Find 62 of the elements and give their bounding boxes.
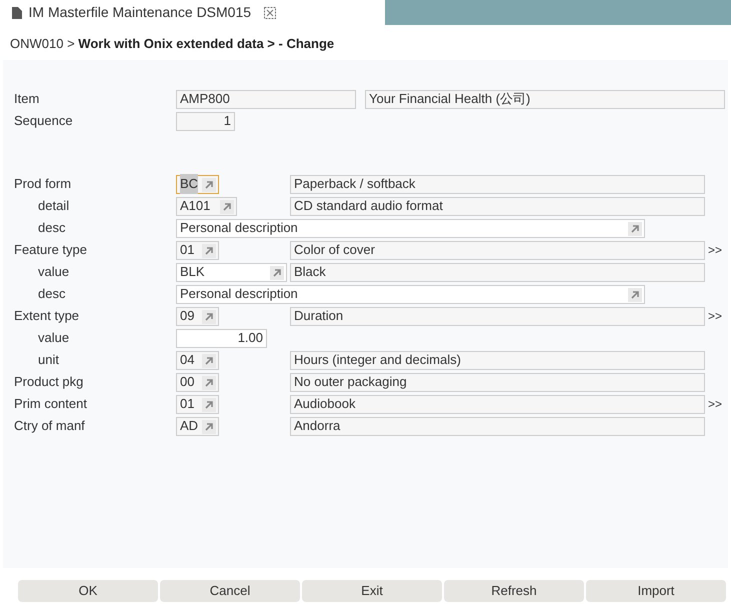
prompt-icon[interactable] [202, 178, 216, 192]
field-label: Feature type [13, 241, 88, 260]
field-label: Product pkg [13, 373, 84, 392]
input-field[interactable]: 09 [176, 306, 219, 326]
field-label: desc [37, 219, 66, 238]
field-label: Item [13, 90, 40, 108]
prompt-icon[interactable] [270, 266, 284, 280]
readonly-field: Hours (integer and decimals) [290, 350, 705, 370]
tab-title[interactable]: IM Masterfile Maintenance DSM015 [28, 2, 252, 23]
input-field[interactable]: AMP800 [176, 90, 356, 108]
action-button[interactable]: OK [18, 580, 158, 602]
close-icon[interactable] [264, 6, 276, 18]
input-field[interactable]: 1 [176, 112, 235, 130]
field-label: Ctry of manf [13, 417, 86, 436]
action-button[interactable]: Exit [302, 580, 442, 602]
readonly-field: No outer packaging [290, 372, 705, 392]
input-field[interactable]: BC [176, 174, 219, 194]
prompt-icon[interactable] [202, 354, 216, 368]
readonly-field: Color of cover [290, 240, 705, 260]
readonly-field: Paperback / softback [290, 174, 705, 194]
prompt-icon[interactable] [202, 244, 216, 258]
action-button[interactable]: Refresh [444, 580, 584, 602]
field-label: value [37, 263, 70, 282]
field-label: Prim content [13, 395, 88, 414]
more-link[interactable]: >> [708, 395, 722, 413]
prompt-icon[interactable] [202, 376, 216, 390]
input-field[interactable]: 04 [176, 350, 219, 370]
input-field[interactable]: A101 [176, 196, 237, 216]
readonly-field: Andorra [290, 416, 705, 436]
prompt-icon[interactable] [628, 222, 642, 236]
prompt-icon[interactable] [202, 420, 216, 434]
input-field[interactable]: 01 [176, 394, 219, 414]
readonly-field: CD standard audio format [290, 196, 705, 216]
breadcrumb-link[interactable]: ONW010 > [10, 36, 75, 51]
input-field[interactable]: BLK [176, 262, 287, 282]
input-field[interactable]: Personal description [176, 218, 645, 238]
field-label: unit [37, 351, 60, 370]
prompt-icon[interactable] [628, 288, 642, 302]
field-label: Extent type [13, 307, 80, 326]
input-field[interactable]: 01 [176, 240, 219, 260]
field-label: detail [37, 197, 70, 216]
readonly-field: Your Financial Health (公司) [365, 90, 725, 108]
input-field[interactable]: AD [176, 416, 219, 436]
field-label: Prod form [13, 175, 72, 194]
action-button[interactable]: Cancel [160, 580, 300, 602]
page-title: Work with Onix extended data > - Change [78, 36, 334, 51]
field-label: desc [37, 285, 66, 304]
input-field[interactable]: Personal description [176, 284, 645, 304]
prompt-icon[interactable] [202, 310, 216, 324]
more-link[interactable]: >> [708, 241, 722, 259]
input-field[interactable]: 1.00 [176, 328, 267, 348]
field-label: Sequence [13, 112, 74, 130]
prompt-icon[interactable] [220, 200, 234, 214]
document-icon [12, 6, 22, 18]
input-field[interactable]: 00 [176, 372, 219, 392]
field-label: value [37, 329, 70, 348]
more-link[interactable]: >> [708, 307, 722, 325]
readonly-field: Audiobook [290, 394, 705, 414]
readonly-field: Duration [290, 306, 705, 326]
prompt-icon[interactable] [202, 398, 216, 412]
readonly-field: Black [290, 262, 705, 282]
action-button[interactable]: Import [586, 580, 726, 602]
